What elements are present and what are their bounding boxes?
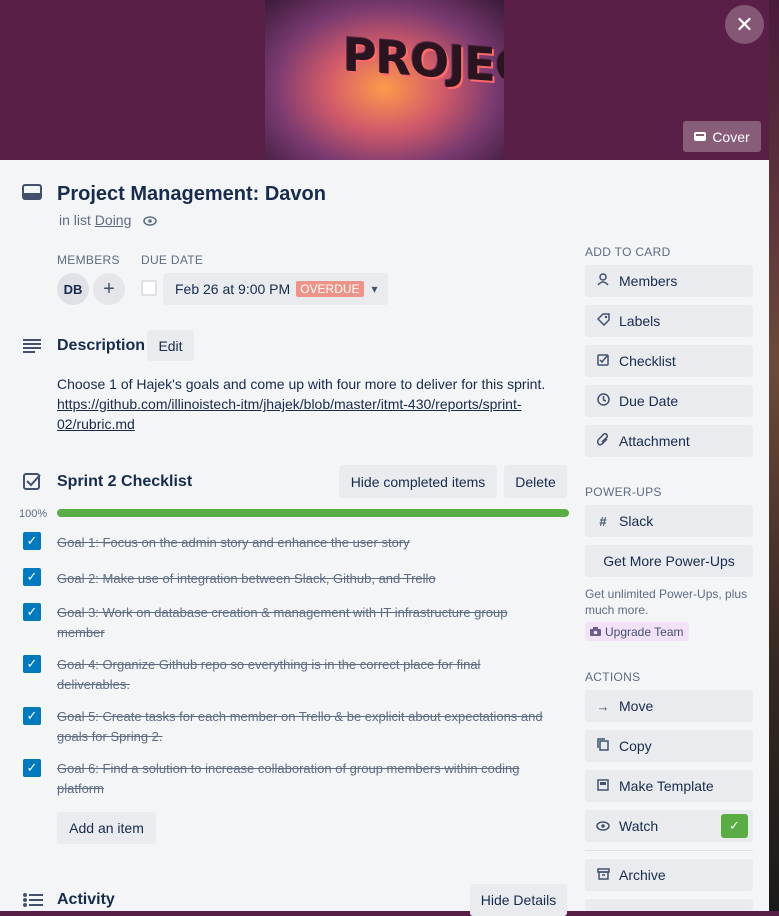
watch-button-label: Watch <box>619 818 659 834</box>
checklist-button[interactable]: Checklist <box>585 345 753 377</box>
in-list-prefix: in list <box>59 212 91 228</box>
archive-button[interactable]: Archive <box>585 859 753 891</box>
checklist-item-checkbox[interactable]: ✓ <box>23 568 41 586</box>
description-icon <box>23 339 41 356</box>
make-template-button[interactable]: Make Template <box>585 770 753 802</box>
archive-icon <box>595 867 611 883</box>
eye-icon <box>143 212 158 228</box>
members-button[interactable]: Members <box>585 265 753 297</box>
checklist-item-checkbox[interactable]: ✓ <box>23 707 41 725</box>
card-cover: PROJECTS <box>0 0 769 160</box>
checklist-item-checkbox[interactable]: ✓ <box>23 759 41 777</box>
cover-image-text: PROJECTS <box>343 27 504 99</box>
get-more-powerups-button[interactable]: Get More Power-Ups <box>585 545 753 577</box>
checklist-item-3[interactable]: Goal 3: Work on database creation & mana… <box>57 603 557 643</box>
members-label: MEMBERS <box>57 253 120 267</box>
checklist-button-label: Checklist <box>619 353 676 369</box>
upgrade-team-button[interactable]: Upgrade Team <box>585 622 689 641</box>
share-button-partial[interactable] <box>585 899 753 911</box>
due-date-value: Feb 26 at 9:00 PM <box>175 281 291 297</box>
checklist-item-5[interactable]: Goal 5: Create tasks for each member on … <box>57 707 557 747</box>
slack-button[interactable]: # Slack <box>585 505 753 537</box>
template-icon <box>595 778 611 794</box>
copy-icon <box>595 738 611 754</box>
activity-icon <box>23 893 43 910</box>
copy-button-label: Copy <box>619 738 652 754</box>
checklist-item-2[interactable]: Goal 2: Make use of integration between … <box>57 569 557 589</box>
checklist-item-4[interactable]: Goal 4: Organize Github repo so everythi… <box>57 655 557 695</box>
labels-button[interactable]: Labels <box>585 305 753 337</box>
due-date-button[interactable]: Feb 26 at 9:00 PM OVERDUE ▾ <box>163 273 388 305</box>
move-button-label: Move <box>619 698 654 714</box>
hide-details-button[interactable]: Hide Details <box>470 884 567 916</box>
delete-checklist-button[interactable]: Delete <box>504 465 567 498</box>
due-date-side-button[interactable]: Due Date <box>585 385 753 417</box>
person-icon <box>595 273 611 289</box>
checklist-progress-percent: 100% <box>19 508 48 520</box>
cover-button-label: Cover <box>712 128 750 145</box>
cover-button[interactable]: Cover <box>683 121 761 152</box>
checklist-item-checkbox[interactable]: ✓ <box>23 655 41 673</box>
chevron-down-icon: ▾ <box>371 282 378 296</box>
description-link-line1[interactable]: https://github.com/illinoistech-itm/jhaj… <box>57 394 557 414</box>
powerups-heading: POWER-UPS <box>585 485 662 499</box>
checklist-icon <box>23 473 41 494</box>
cover-icon <box>694 132 707 141</box>
card-title[interactable]: Project Management: Davon <box>57 183 326 206</box>
description-link-line2[interactable]: 02/rubric.md <box>57 414 557 434</box>
add-item-button[interactable]: Add an item <box>57 812 156 844</box>
watch-check-icon: ✓ <box>721 814 748 838</box>
hide-completed-button[interactable]: Hide completed items <box>339 465 497 498</box>
add-to-card-heading: ADD TO CARD <box>585 245 671 259</box>
attachment-button-label: Attachment <box>619 433 690 449</box>
upgrade-team-label: Upgrade Team <box>605 624 684 639</box>
labels-button-label: Labels <box>619 313 661 329</box>
make-template-button-label: Make Template <box>619 778 714 794</box>
add-member-button[interactable]: + <box>93 273 125 305</box>
eye-icon <box>595 819 611 834</box>
description-text: Choose 1 of Hajek's goals and come up wi… <box>57 376 546 392</box>
actions-divider <box>585 850 753 851</box>
description-heading: Description <box>57 337 146 354</box>
copy-button[interactable]: Copy <box>585 730 753 762</box>
close-icon[interactable]: ✕ <box>725 5 764 44</box>
checklist-progress-bar <box>57 509 569 517</box>
avatar[interactable]: DB <box>57 273 89 305</box>
slack-icon: # <box>599 513 607 529</box>
watch-button[interactable]: Watch ✓ <box>585 810 753 842</box>
activity-heading: Activity <box>57 891 115 908</box>
checklist-item-checkbox[interactable]: ✓ <box>23 603 41 621</box>
checklist-item-1[interactable]: Goal 1: Focus on the admin story and enh… <box>57 533 557 553</box>
unlimited-powerups-text: Get unlimited Power-Ups, plus much more. <box>585 587 748 617</box>
arrow-right-icon: → <box>596 698 610 714</box>
tag-icon <box>595 313 611 329</box>
upgrade-icon <box>590 625 601 639</box>
cover-image: PROJECTS <box>265 0 504 160</box>
overdue-badge: OVERDUE <box>296 281 364 297</box>
paperclip-icon <box>595 432 611 449</box>
clock-icon <box>595 393 611 409</box>
checklist-heading[interactable]: Sprint 2 Checklist <box>57 473 192 491</box>
checklist-icon <box>595 353 611 369</box>
card-icon <box>22 184 42 203</box>
slack-button-label: Slack <box>619 513 654 529</box>
move-button[interactable]: → Move <box>585 690 753 722</box>
due-date-label: DUE DATE <box>141 253 204 267</box>
due-date-button-label: Due Date <box>619 393 679 409</box>
description-body[interactable]: Choose 1 of Hajek's goals and come up wi… <box>57 374 557 434</box>
checklist-item-checkbox[interactable]: ✓ <box>23 532 41 550</box>
attachment-button[interactable]: Attachment <box>585 425 753 457</box>
edit-description-button[interactable]: Edit <box>147 330 194 361</box>
list-info: in list Doing <box>59 212 158 228</box>
actions-heading: ACTIONS <box>585 670 641 684</box>
checklist-item-6[interactable]: Goal 6: Find a solution to increase coll… <box>57 759 557 799</box>
archive-button-label: Archive <box>619 867 666 883</box>
list-link[interactable]: Doing <box>95 212 132 228</box>
due-complete-checkbox[interactable] <box>141 280 157 296</box>
members-button-label: Members <box>619 273 678 289</box>
